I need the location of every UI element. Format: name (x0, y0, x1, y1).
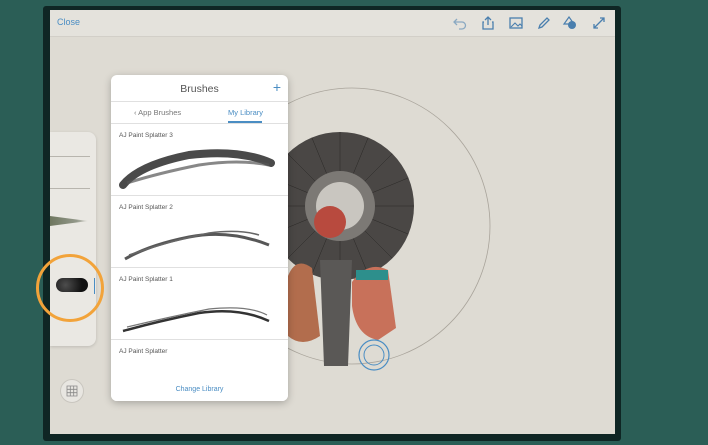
grid-button[interactable] (60, 379, 84, 403)
divider (111, 195, 288, 196)
pen-icon[interactable] (536, 15, 552, 31)
change-library-button[interactable]: Change Library (111, 379, 288, 401)
divider (111, 267, 288, 268)
divider (111, 101, 288, 102)
brushes-panel: Brushes + ‹ App Brushes My Library AJ Pa… (111, 75, 288, 401)
brush-preview (122, 307, 270, 333)
brush-item-splatter-2[interactable]: AJ Paint Splatter 2 (111, 197, 288, 268)
plus-icon: + (272, 79, 281, 95)
top-toolbar: Close (50, 10, 615, 37)
brush-preview (124, 230, 270, 261)
tool-opacity-slider[interactable] (50, 188, 90, 189)
tab-my-library[interactable]: My Library (228, 108, 263, 117)
brush-item-label: AJ Paint Splatter 3 (119, 132, 173, 139)
brush-item-splatter-1[interactable]: AJ Paint Splatter 1 (111, 269, 288, 340)
selection-highlight-ring (36, 254, 104, 322)
panel-title: Brushes (180, 83, 219, 95)
shapes-icon[interactable] (562, 15, 578, 31)
share-icon[interactable] (480, 15, 496, 31)
brush-item-label: AJ Paint Splatter (119, 348, 168, 355)
grid-icon (66, 385, 78, 397)
brush-item-splatter-3[interactable]: AJ Paint Splatter 3 (111, 125, 288, 196)
close-button[interactable]: Close (57, 17, 80, 27)
divider (111, 123, 288, 124)
tab-app-brushes[interactable]: ‹ App Brushes (134, 108, 181, 117)
brush-item-label: AJ Paint Splatter 2 (119, 204, 173, 211)
expand-icon[interactable] (591, 15, 607, 31)
add-brush-button[interactable]: + (273, 79, 281, 95)
image-icon[interactable] (508, 15, 524, 31)
tool-size-slider[interactable] (50, 156, 90, 157)
undo-icon[interactable] (452, 15, 468, 31)
divider (111, 339, 288, 340)
brush-item-label: AJ Paint Splatter 1 (119, 276, 173, 283)
brush-preview (119, 149, 275, 189)
tool-pen-nib[interactable] (50, 216, 88, 226)
app-screen: Close Brushes + ‹ App Brushes My Library… (50, 10, 615, 434)
